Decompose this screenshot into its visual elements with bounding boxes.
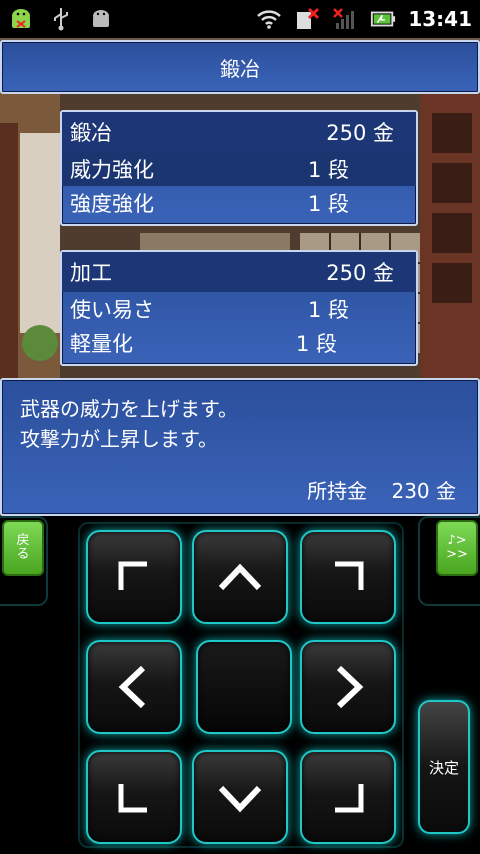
dpad-up-button[interactable] (192, 530, 288, 624)
menu-item-label: 使い易さ (70, 298, 154, 322)
description-line-2: 攻撃力が上昇します。 (20, 427, 218, 451)
dpad-up-right-button[interactable] (300, 530, 396, 624)
dpad-center-button[interactable] (196, 640, 292, 734)
arrow-down-left-icon (118, 784, 147, 813)
menu-item-lighten[interactable]: 軽量化 1 段 (62, 326, 416, 360)
chevron-right-icon (336, 665, 364, 709)
processing-menu: 加工 250 金 使い易さ 1 段 軽量化 1 段 (60, 250, 418, 366)
usb-icon (48, 6, 74, 32)
processing-cost: 250 金 (326, 261, 394, 285)
money-display: 所持金 230 金 (307, 476, 456, 506)
dpad-up-left-button[interactable] (86, 530, 182, 624)
menu-item-durability[interactable]: 強度強化 1 段 (62, 186, 416, 220)
game-screen[interactable]: 鍛冶 鍛冶 250 金 威力強化 1 段 強度強化 1 段 加工 250 金 使… (0, 38, 480, 516)
menu-item-label: 軽量化 (70, 332, 133, 356)
menu-item-label: 威力強化 (70, 158, 154, 182)
description-line-1: 武器の威力を上げます。 (20, 397, 238, 421)
clock: 13:41 (408, 7, 472, 31)
android-icon (8, 6, 34, 32)
arrow-up-left-icon (118, 561, 147, 590)
dpad-right-button[interactable] (300, 640, 396, 734)
menu-item-label: 強度強化 (70, 192, 154, 216)
confirm-label: 決定 (428, 758, 459, 777)
menu-item-value: 1 段 (296, 332, 338, 356)
back-label-2: る (16, 547, 30, 562)
menu-item-value: 1 段 (308, 158, 350, 182)
chevron-left-icon (118, 665, 146, 709)
confirm-button[interactable]: 決定 (418, 700, 470, 834)
signal-icon (332, 6, 358, 32)
money-value: 230 金 (391, 479, 456, 503)
sim-error-icon (294, 6, 320, 32)
dpad-left-button[interactable] (86, 640, 182, 734)
arrow-down-right-icon (335, 784, 364, 813)
android-debug-icon (88, 6, 114, 32)
chevron-down-icon (218, 785, 262, 813)
music-button[interactable]: ♪> >> (436, 520, 478, 576)
dpad-down-right-button[interactable] (300, 750, 396, 844)
dpad-down-left-button[interactable] (86, 750, 182, 844)
smithing-header: 鍛冶 250 金 (62, 112, 416, 152)
smithing-menu: 鍛冶 250 金 威力強化 1 段 強度強化 1 段 (60, 110, 418, 226)
battery-icon (370, 6, 396, 32)
smithing-title: 鍛冶 (70, 121, 112, 145)
screen-title: 鍛冶 (0, 40, 480, 94)
chevron-up-icon (218, 563, 262, 591)
status-bar: 13:41 (0, 0, 480, 38)
processing-header: 加工 250 金 (62, 252, 416, 292)
music-label-2: >> (446, 547, 468, 562)
money-label: 所持金 (307, 479, 368, 503)
menu-item-value: 1 段 (308, 298, 350, 322)
wifi-icon (256, 6, 282, 32)
menu-item-value: 1 段 (308, 192, 350, 216)
processing-title: 加工 (70, 261, 112, 285)
dpad-down-button[interactable] (192, 750, 288, 844)
back-label-1: 戻 (16, 533, 30, 548)
music-label-1: ♪> (447, 533, 467, 548)
menu-item-ease[interactable]: 使い易さ 1 段 (62, 292, 416, 326)
back-button[interactable]: 戻 る (2, 520, 44, 576)
virtual-controller: 戻 る ♪> >> 決定 (0, 516, 480, 854)
description-box: 武器の威力を上げます。 攻撃力が上昇します。 所持金 230 金 (0, 378, 480, 516)
menu-item-power[interactable]: 威力強化 1 段 (62, 152, 416, 186)
arrow-up-right-icon (335, 561, 364, 590)
smithing-cost: 250 金 (326, 121, 394, 145)
